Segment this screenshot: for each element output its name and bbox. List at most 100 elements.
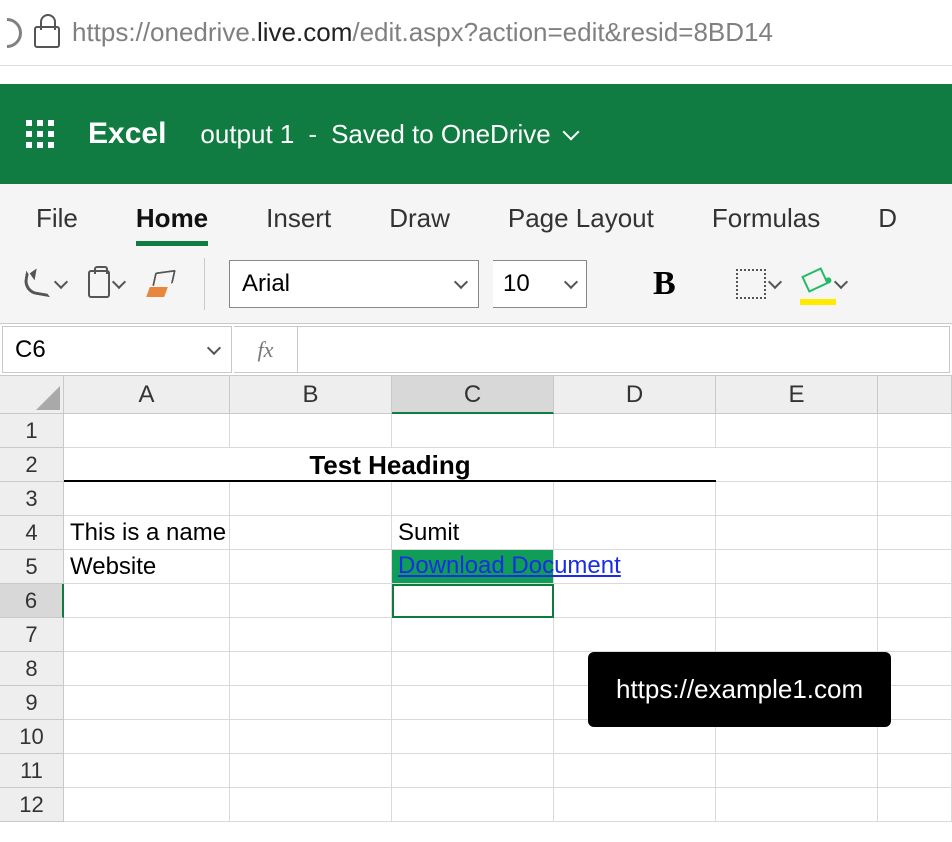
tab-insert[interactable]: Insert — [266, 203, 331, 244]
row-header[interactable]: 8 — [0, 652, 64, 686]
row-header[interactable]: 6 — [0, 584, 64, 618]
row-header[interactable]: 5 — [0, 550, 64, 584]
tab-draw[interactable]: Draw — [389, 203, 450, 244]
cell[interactable] — [554, 788, 716, 822]
tab-home[interactable]: Home — [136, 203, 208, 244]
cell[interactable] — [392, 788, 554, 822]
cell[interactable] — [716, 584, 878, 618]
select-all-corner[interactable] — [0, 376, 64, 414]
cell[interactable] — [230, 618, 392, 652]
merged-heading-cell[interactable]: Test Heading — [64, 448, 716, 482]
fill-color-button[interactable] — [798, 265, 850, 303]
cell-c4[interactable]: Sumit — [392, 516, 554, 550]
row-header[interactable]: 11 — [0, 754, 64, 788]
cell[interactable] — [230, 788, 392, 822]
cell[interactable] — [392, 482, 554, 516]
cell[interactable] — [230, 754, 392, 788]
cell[interactable] — [230, 482, 392, 516]
cell[interactable] — [64, 414, 230, 448]
col-header-d[interactable]: D — [554, 376, 716, 414]
col-header-a[interactable]: A — [64, 376, 230, 414]
cell[interactable] — [64, 584, 230, 618]
tab-file[interactable]: File — [36, 203, 78, 244]
cell[interactable] — [716, 550, 878, 584]
cell[interactable] — [716, 448, 878, 482]
row-header[interactable]: 1 — [0, 414, 64, 448]
cell[interactable] — [64, 618, 230, 652]
row-header[interactable]: 9 — [0, 686, 64, 720]
tab-partial[interactable]: D — [878, 203, 897, 244]
cell[interactable] — [716, 618, 878, 652]
row-header[interactable]: 3 — [0, 482, 64, 516]
cell-a4[interactable]: This is a name — [64, 516, 230, 550]
cell[interactable] — [64, 482, 230, 516]
cell[interactable] — [554, 584, 716, 618]
cell[interactable] — [392, 720, 554, 754]
tab-formulas[interactable]: Formulas — [712, 203, 820, 244]
cell[interactable] — [554, 414, 716, 448]
cell[interactable] — [64, 788, 230, 822]
document-title-area[interactable]: output 1 - Saved to OneDrive — [200, 119, 576, 150]
col-header-partial[interactable] — [878, 376, 952, 414]
cell[interactable] — [554, 482, 716, 516]
app-name[interactable]: Excel — [88, 117, 166, 151]
name-box[interactable]: C6 — [2, 326, 232, 373]
font-size-select[interactable]: 10 — [493, 260, 587, 308]
cell[interactable] — [716, 482, 878, 516]
app-launcher-icon[interactable] — [26, 120, 54, 148]
cell[interactable] — [230, 686, 392, 720]
cell[interactable] — [64, 720, 230, 754]
cell[interactable] — [878, 788, 952, 822]
bold-button[interactable]: B — [645, 265, 684, 303]
undo-button[interactable] — [20, 269, 70, 299]
cell[interactable] — [392, 652, 554, 686]
cell[interactable] — [64, 754, 230, 788]
cell[interactable] — [878, 516, 952, 550]
cell[interactable] — [392, 584, 554, 618]
row-header[interactable]: 12 — [0, 788, 64, 822]
cell-a5[interactable]: Website — [64, 550, 230, 584]
cell[interactable] — [878, 550, 952, 584]
hyperlink-cell[interactable]: Download Document — [398, 552, 621, 580]
cell[interactable] — [230, 414, 392, 448]
lock-icon[interactable] — [34, 26, 60, 48]
col-header-e[interactable]: E — [716, 376, 878, 414]
cell[interactable] — [878, 584, 952, 618]
formula-input[interactable] — [298, 326, 950, 373]
cell[interactable] — [392, 618, 554, 652]
clear-format-button[interactable] — [142, 267, 180, 301]
cell[interactable] — [878, 482, 952, 516]
row-header[interactable]: 7 — [0, 618, 64, 652]
cell[interactable] — [878, 414, 952, 448]
cell[interactable] — [64, 652, 230, 686]
cell[interactable] — [554, 516, 716, 550]
cell[interactable] — [878, 448, 952, 482]
cell[interactable] — [716, 414, 878, 448]
cell[interactable] — [716, 516, 878, 550]
cell[interactable] — [230, 652, 392, 686]
col-header-b[interactable]: B — [230, 376, 392, 414]
refresh-icon[interactable] — [0, 11, 28, 53]
cell[interactable] — [230, 584, 392, 618]
cell[interactable] — [392, 414, 554, 448]
col-header-c[interactable]: C — [392, 376, 554, 414]
row-header[interactable]: 2 — [0, 448, 64, 482]
cell[interactable] — [554, 618, 716, 652]
row-header[interactable]: 4 — [0, 516, 64, 550]
cell[interactable] — [230, 720, 392, 754]
font-name-select[interactable]: Arial — [229, 260, 479, 308]
tab-page-layout[interactable]: Page Layout — [508, 203, 654, 244]
cell[interactable] — [716, 788, 878, 822]
cell[interactable] — [392, 754, 554, 788]
borders-button[interactable] — [732, 265, 784, 303]
cell[interactable] — [230, 516, 392, 550]
url-text[interactable]: https://onedrive.live.com/edit.aspx?acti… — [72, 17, 773, 48]
cell[interactable] — [716, 754, 878, 788]
row-header[interactable]: 10 — [0, 720, 64, 754]
cell[interactable] — [64, 686, 230, 720]
fx-label[interactable]: fx — [234, 326, 298, 373]
cell[interactable] — [554, 754, 716, 788]
cell[interactable] — [878, 618, 952, 652]
cells-area[interactable]: This is a name Sumit Website Test Heading… — [64, 414, 952, 822]
cell[interactable] — [878, 754, 952, 788]
